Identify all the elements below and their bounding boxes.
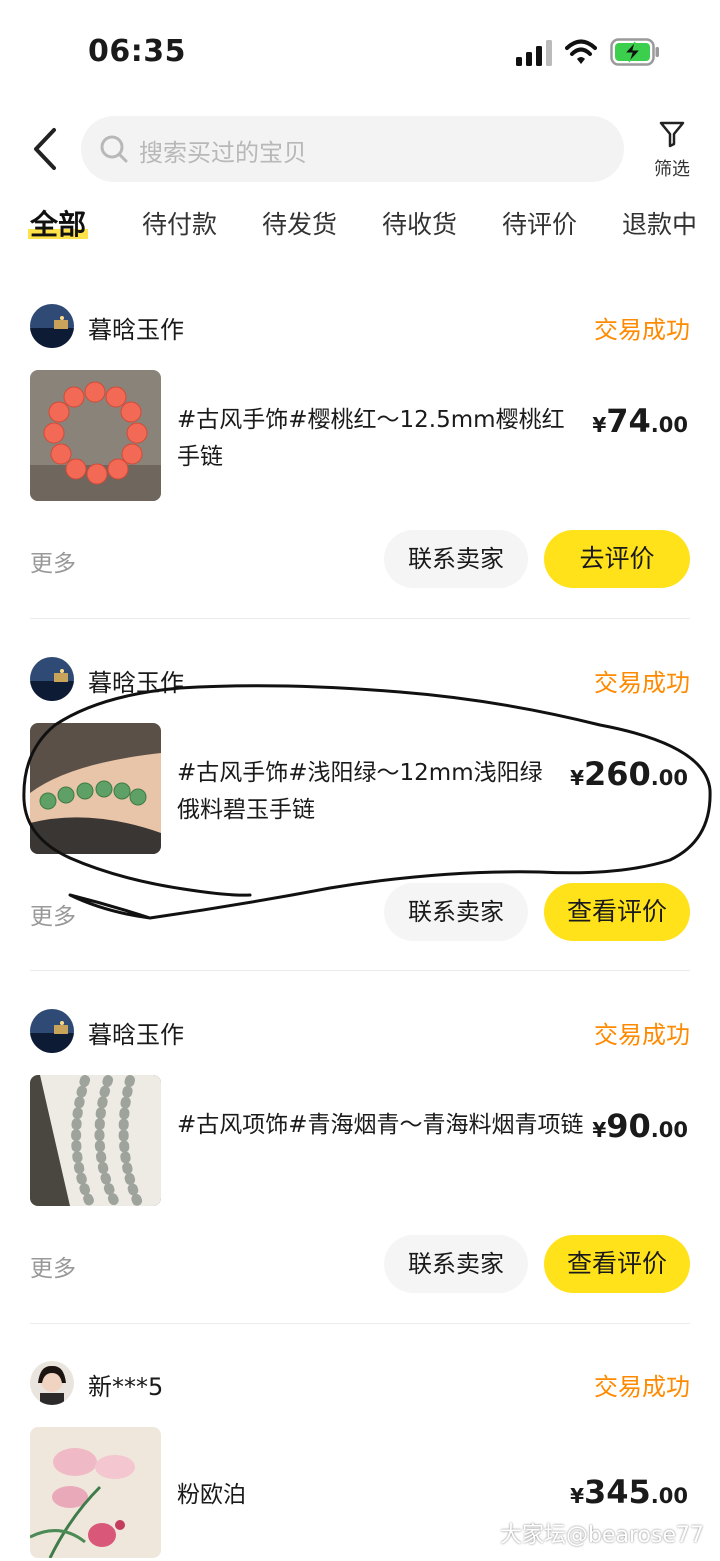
tab-refunding[interactable]: 退款中: [622, 205, 697, 241]
contact-seller-button[interactable]: 联系卖家: [384, 1235, 528, 1293]
order-status: 交易成功: [594, 1373, 690, 1401]
order-status: 交易成功: [594, 1021, 690, 1049]
price-currency: ¥: [592, 413, 607, 437]
product-title[interactable]: #古风项饰#青海烟青～青海料烟青项链: [177, 1107, 587, 1144]
cellular-signal-icon: [516, 40, 552, 66]
order-price: ¥260.00: [570, 755, 688, 793]
divider: [30, 618, 690, 619]
price-integer: 90: [606, 1107, 651, 1145]
price-integer: 345: [584, 1473, 651, 1511]
shop-avatar: [30, 1361, 74, 1405]
order-card: 暮晗玉作 交易成功 #古风手饰#樱桃红～12.5mm樱桃红手链 ¥74.00 更…: [0, 304, 720, 634]
tab-pending-review[interactable]: 待评价: [502, 205, 577, 241]
watermark: 大家坛@bearose77: [500, 1523, 704, 1548]
shop-name[interactable]: 暮晗玉作: [88, 310, 184, 345]
product-title[interactable]: #古风手饰#樱桃红～12.5mm樱桃红手链: [177, 402, 587, 476]
shop-name[interactable]: 新***5: [88, 1367, 163, 1402]
divider: [30, 970, 690, 971]
more-button[interactable]: 更多: [30, 1249, 76, 1283]
search-input[interactable]: 搜索买过的宝贝: [81, 116, 624, 182]
more-button[interactable]: 更多: [30, 897, 76, 931]
price-currency: ¥: [592, 1118, 607, 1142]
product-thumbnail[interactable]: [30, 1427, 161, 1558]
order-price: ¥74.00: [592, 402, 688, 440]
contact-seller-button[interactable]: 联系卖家: [384, 883, 528, 941]
price-integer: 260: [584, 755, 651, 793]
shop-avatar: [30, 1009, 74, 1053]
back-button[interactable]: [26, 124, 66, 174]
shop-avatar: [30, 657, 74, 701]
order-card: 暮晗玉作 交易成功 #古风手饰#浅阳绿～12mm浅阳绿俄料碧玉手链 ¥260.0…: [0, 657, 720, 987]
product-title[interactable]: #古风手饰#浅阳绿～12mm浅阳绿俄料碧玉手链: [177, 755, 562, 829]
tab-label: 全部: [30, 208, 87, 241]
product-title[interactable]: 粉欧泊: [177, 1477, 587, 1514]
order-tabs: 全部 待付款 待发货 待收货 待评价 退款中: [0, 205, 720, 255]
shop-name[interactable]: 暮晗玉作: [88, 1015, 184, 1050]
product-thumbnail[interactable]: [30, 370, 161, 501]
view-review-button[interactable]: 查看评价: [544, 1235, 690, 1293]
price-decimal: .00: [650, 766, 688, 790]
status-bar: 06:35: [0, 0, 720, 100]
divider: [30, 1323, 690, 1324]
search-placeholder: 搜索买过的宝贝: [139, 139, 307, 167]
battery-charging-icon: [610, 38, 659, 66]
order-card: 暮晗玉作 交易成功 #古风项饰#青海烟青～青海料烟青项链 ¥90.00 更多 联…: [0, 1009, 720, 1339]
price-decimal: .00: [650, 1118, 688, 1142]
shop-avatar: [30, 304, 74, 348]
product-thumbnail[interactable]: [30, 1075, 161, 1206]
order-price: ¥90.00: [592, 1107, 688, 1145]
order-status: 交易成功: [594, 316, 690, 344]
write-review-button[interactable]: 去评价: [544, 530, 690, 588]
filter-label: 筛选: [654, 159, 690, 180]
tab-pending-receipt[interactable]: 待收货: [382, 205, 457, 241]
contact-seller-button[interactable]: 联系卖家: [384, 530, 528, 588]
wifi-icon: [565, 39, 597, 64]
view-review-button[interactable]: 查看评价: [544, 883, 690, 941]
search-icon: [100, 135, 128, 163]
order-price: ¥345.00: [570, 1473, 688, 1511]
tab-all[interactable]: 全部: [28, 203, 89, 243]
price-decimal: .00: [650, 1484, 688, 1508]
filter-button[interactable]: 筛选: [648, 117, 696, 187]
chevron-left-icon: [34, 128, 56, 170]
more-button[interactable]: 更多: [30, 544, 76, 578]
price-currency: ¥: [570, 766, 584, 790]
shop-name[interactable]: 暮晗玉作: [88, 663, 184, 698]
product-thumbnail[interactable]: [30, 723, 161, 854]
status-time: 06:35: [88, 34, 186, 69]
order-status: 交易成功: [594, 669, 690, 697]
price-integer: 74: [606, 402, 651, 440]
funnel-icon: [659, 121, 685, 148]
tab-pending-payment[interactable]: 待付款: [142, 205, 217, 241]
tab-pending-shipment[interactable]: 待发货: [262, 205, 337, 241]
price-decimal: .00: [650, 413, 688, 437]
price-currency: ¥: [570, 1484, 584, 1508]
